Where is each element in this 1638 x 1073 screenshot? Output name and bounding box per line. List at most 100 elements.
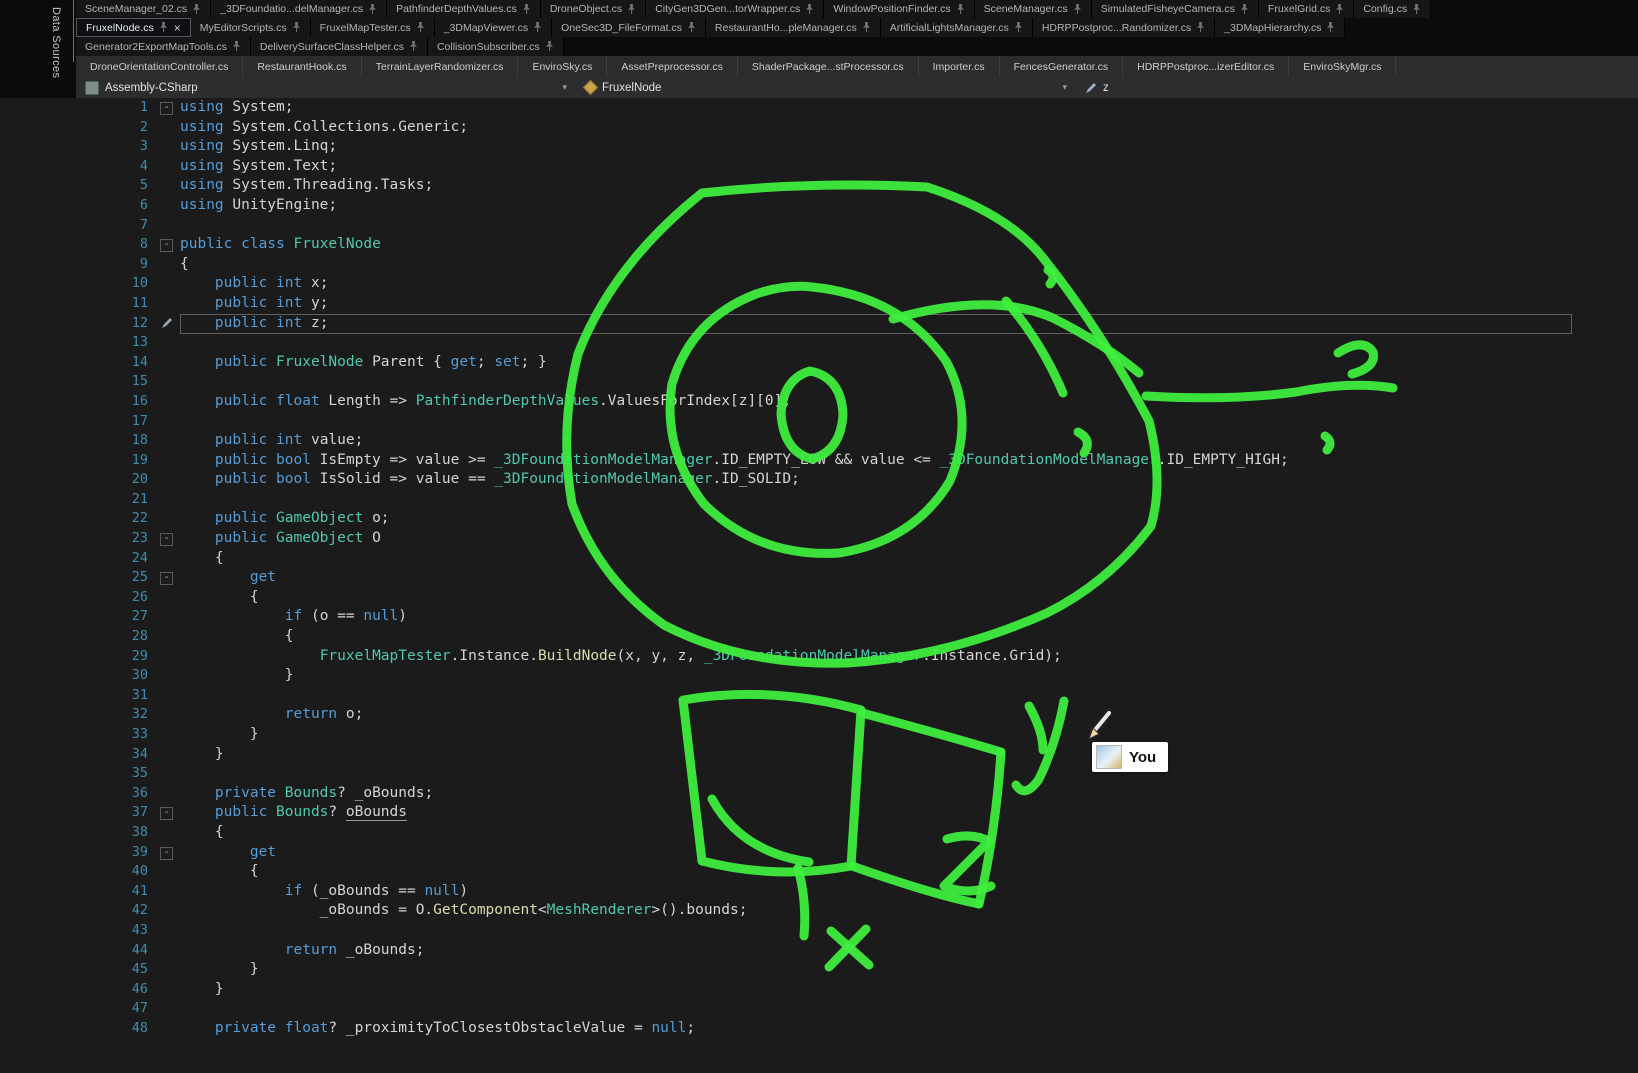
document-tab[interactable]: AssetPreprocessor.cs xyxy=(607,56,738,77)
code-line[interactable]: 36 private Bounds? _oBounds; xyxy=(0,784,1638,804)
fold-marker[interactable]: - xyxy=(148,529,180,549)
close-icon[interactable]: × xyxy=(174,22,181,34)
project-dropdown[interactable]: Assembly-CSharp ▾ xyxy=(76,77,576,98)
document-tab[interactable]: DroneOrientationController.cs xyxy=(76,56,243,77)
code-line[interactable]: 23- public GameObject O xyxy=(0,529,1638,549)
code-line[interactable]: 46 } xyxy=(0,980,1638,1000)
pin-icon[interactable] xyxy=(545,41,554,52)
code-line[interactable]: 39- get xyxy=(0,843,1638,863)
code-line[interactable]: 4using System.Text; xyxy=(0,157,1638,177)
pin-icon[interactable] xyxy=(232,41,241,52)
pin-icon[interactable] xyxy=(1412,4,1421,15)
code-line[interactable]: 3using System.Linq; xyxy=(0,137,1638,157)
document-tab[interactable]: FruxelNode.cs × xyxy=(76,18,191,37)
document-tab[interactable]: _3DFoundatio...delManager.cs xyxy=(211,0,387,18)
code-line[interactable]: 7 xyxy=(0,216,1638,236)
pin-icon[interactable] xyxy=(1240,4,1249,15)
pin-icon[interactable] xyxy=(192,4,201,15)
document-tab[interactable]: SceneManager_02.cs xyxy=(76,0,211,18)
collapse-box-icon[interactable]: - xyxy=(160,807,173,820)
document-tab[interactable]: Generator2ExportMapTools.cs xyxy=(76,37,251,56)
code-line[interactable]: 40 { xyxy=(0,862,1638,882)
code-line[interactable]: 30 } xyxy=(0,666,1638,686)
document-tab[interactable]: _3DMapViewer.cs xyxy=(435,18,552,37)
document-tab[interactable]: FruxelMapTester.cs xyxy=(311,18,435,37)
code-line[interactable]: 47 xyxy=(0,999,1638,1019)
pin-icon[interactable] xyxy=(1326,22,1335,33)
pin-icon[interactable] xyxy=(409,41,418,52)
code-line[interactable]: 24 { xyxy=(0,549,1638,569)
code-line[interactable]: 43 xyxy=(0,921,1638,941)
code-line[interactable]: 18 public int value; xyxy=(0,431,1638,451)
document-tab[interactable]: FruxelGrid.cs xyxy=(1259,0,1354,18)
code-line[interactable]: 10 public int x; xyxy=(0,274,1638,294)
code-line[interactable]: 37- public Bounds? oBounds xyxy=(0,803,1638,823)
collapse-box-icon[interactable]: - xyxy=(160,572,173,585)
document-tab[interactable]: WindowPositionFinder.cs xyxy=(824,0,974,18)
code-editor[interactable]: 1-using System;2using System.Collections… xyxy=(0,98,1638,1073)
code-line[interactable]: 8-public class FruxelNode xyxy=(0,235,1638,255)
document-tab[interactable]: PathfinderDepthValues.cs xyxy=(387,0,541,18)
code-line[interactable]: 42 _oBounds = O.GetComponent<MeshRendere… xyxy=(0,901,1638,921)
collapse-box-icon[interactable]: - xyxy=(160,239,173,252)
code-line[interactable]: 31 xyxy=(0,686,1638,706)
code-line[interactable]: 22 public GameObject o; xyxy=(0,509,1638,529)
code-line[interactable]: 25- get xyxy=(0,568,1638,588)
collapse-box-icon[interactable]: - xyxy=(160,102,173,115)
code-line[interactable]: 6using UnityEngine; xyxy=(0,196,1638,216)
member-dropdown[interactable]: z xyxy=(1076,77,1638,98)
document-tab[interactable]: TerrainLayerRandomizer.cs xyxy=(362,56,519,77)
code-line[interactable]: 14 public FruxelNode Parent { get; set; … xyxy=(0,353,1638,373)
pin-icon[interactable] xyxy=(687,22,696,33)
pin-icon[interactable] xyxy=(368,4,377,15)
fold-marker[interactable]: - xyxy=(148,803,180,823)
document-tab[interactable]: SceneManager.cs xyxy=(975,0,1092,18)
fold-marker[interactable]: - xyxy=(148,568,180,588)
pin-icon[interactable] xyxy=(1196,22,1205,33)
document-tab[interactable]: CollisionSubscriber.cs xyxy=(428,37,564,56)
code-line[interactable]: 17 xyxy=(0,412,1638,432)
code-line[interactable]: 20 public bool IsSolid => value == _3DFo… xyxy=(0,470,1638,490)
document-tab[interactable]: ArtificialLightsManager.cs xyxy=(881,18,1033,37)
code-line[interactable]: 21 xyxy=(0,490,1638,510)
code-line[interactable]: 41 if (_oBounds == null) xyxy=(0,882,1638,902)
document-tab[interactable]: _3DMapHierarchy.cs xyxy=(1215,18,1345,37)
document-tab[interactable]: HDRPPostproc...izerEditor.cs xyxy=(1123,56,1289,77)
pin-icon[interactable] xyxy=(1335,4,1344,15)
fold-marker[interactable]: - xyxy=(148,98,180,118)
code-line[interactable]: 45 } xyxy=(0,960,1638,980)
pin-icon[interactable] xyxy=(627,4,636,15)
code-line[interactable]: 28 { xyxy=(0,627,1638,647)
code-line[interactable]: 27 if (o == null) xyxy=(0,607,1638,627)
document-tab[interactable]: OneSec3D_FileFormat.cs xyxy=(552,18,706,37)
document-tab[interactable]: DroneObject.cs xyxy=(541,0,646,18)
code-line[interactable]: 5using System.Threading.Tasks; xyxy=(0,176,1638,196)
code-line[interactable]: 11 public int y; xyxy=(0,294,1638,314)
code-line[interactable]: 48 private float? _proximityToClosestObs… xyxy=(0,1019,1638,1039)
code-line[interactable]: 35 xyxy=(0,764,1638,784)
collapse-box-icon[interactable]: - xyxy=(160,533,173,546)
document-tab[interactable]: Importer.cs xyxy=(919,56,1000,77)
collapse-box-icon[interactable]: - xyxy=(160,847,173,860)
pin-icon[interactable] xyxy=(292,22,301,33)
document-tab[interactable]: CityGen3DGen...torWrapper.cs xyxy=(646,0,824,18)
pin-icon[interactable] xyxy=(956,4,965,15)
code-line[interactable]: 38 { xyxy=(0,823,1638,843)
fold-marker[interactable]: - xyxy=(148,843,180,863)
pin-icon[interactable] xyxy=(1014,22,1023,33)
pin-icon[interactable] xyxy=(416,22,425,33)
code-line[interactable]: 16 public float Length => PathfinderDept… xyxy=(0,392,1638,412)
pin-icon[interactable] xyxy=(533,22,542,33)
code-line[interactable]: 19 public bool IsEmpty => value >= _3DFo… xyxy=(0,451,1638,471)
type-dropdown[interactable]: FruxelNode ▾ xyxy=(576,77,1076,98)
document-tab[interactable]: HDRPPostproc...Randomizer.cs xyxy=(1033,18,1215,37)
code-line[interactable]: 44 return _oBounds; xyxy=(0,941,1638,961)
document-tab[interactable]: SimulatedFisheyeCamera.cs xyxy=(1092,0,1259,18)
code-line[interactable]: 2using System.Collections.Generic; xyxy=(0,118,1638,138)
pin-icon[interactable] xyxy=(862,22,871,33)
tool-tab-data-sources[interactable]: Data Sources xyxy=(50,7,62,78)
document-tab[interactable]: RestaurantHo...pleManager.cs xyxy=(706,18,881,37)
code-line[interactable]: 29 FruxelMapTester.Instance.BuildNode(x,… xyxy=(0,647,1638,667)
code-line[interactable]: 13 xyxy=(0,333,1638,353)
code-line[interactable]: 1-using System; xyxy=(0,98,1638,118)
